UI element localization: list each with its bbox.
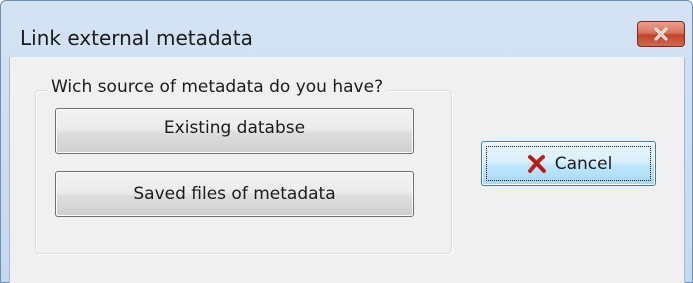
dialog-body: Wich source of metadata do you have? Exi… [9, 57, 685, 283]
close-button[interactable] [637, 21, 685, 47]
saved-files-button[interactable]: Saved files of metadata [55, 171, 414, 217]
window-title: Link external metadata [20, 26, 253, 50]
title-bar[interactable]: Link external metadata [1, 1, 692, 53]
cancel-button[interactable]: Cancel [481, 141, 656, 186]
dialog-window: Link external metadata Wich source of me… [0, 0, 693, 283]
saved-files-label: Saved files of metadata [133, 184, 336, 204]
cancel-label: Cancel [554, 153, 613, 174]
existing-database-button[interactable]: Existing databse [55, 108, 414, 154]
red-x-icon [527, 154, 546, 173]
existing-database-label: Existing databse [163, 118, 306, 138]
close-icon [654, 27, 668, 41]
group-label: Wich source of metadata do you have? [47, 77, 388, 98]
